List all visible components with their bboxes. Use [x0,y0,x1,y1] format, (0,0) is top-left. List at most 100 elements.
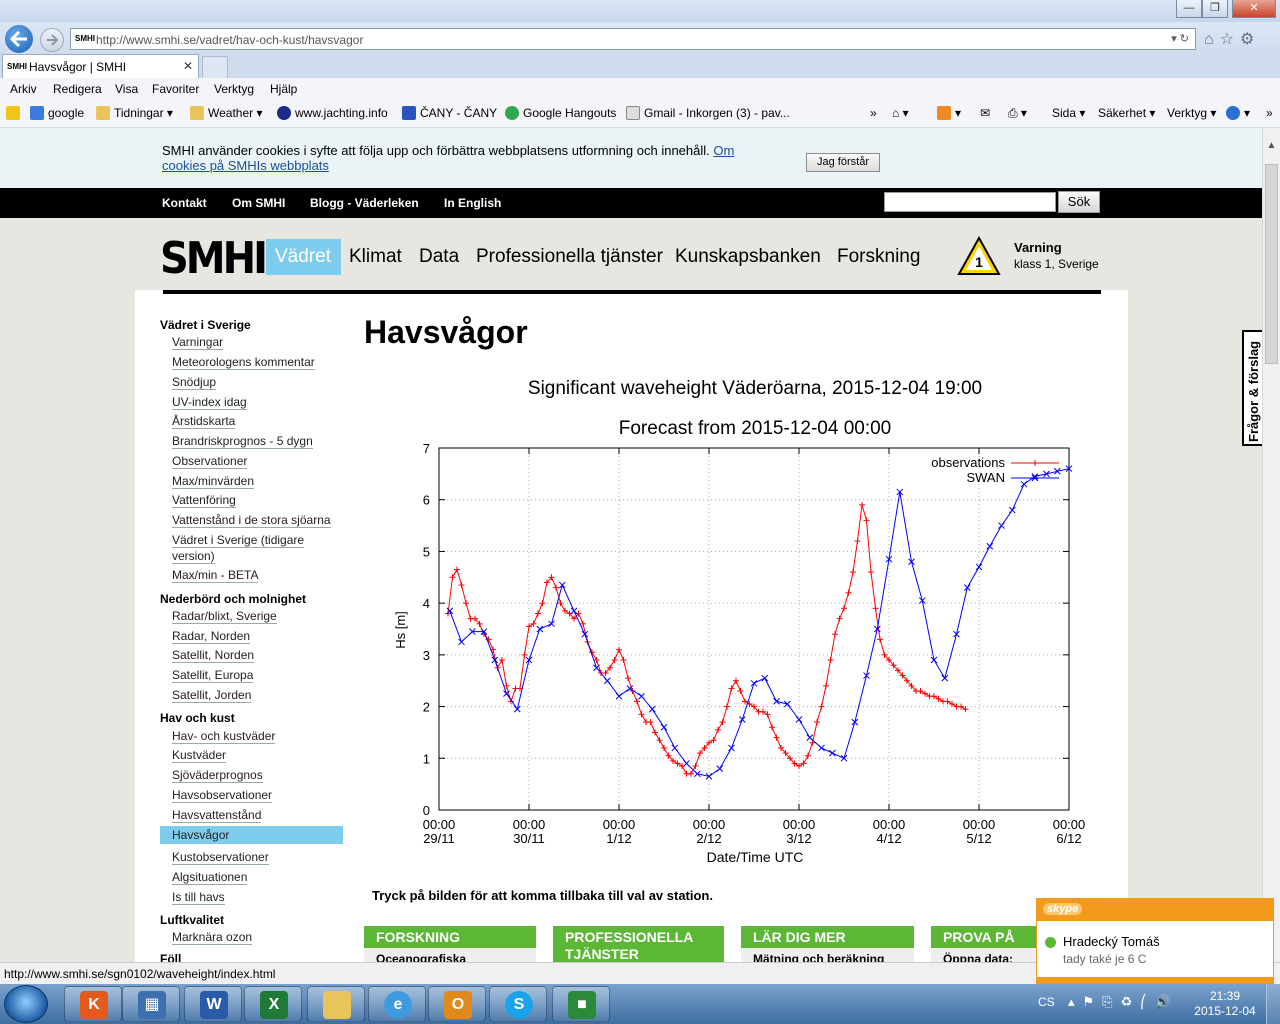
mainnav-data[interactable]: Data [419,246,459,268]
mainnav-forskning[interactable]: Forskning [837,246,920,268]
mainnav-professionella[interactable]: Professionella tjänster [476,246,663,268]
menu-visa[interactable]: Visa [115,82,138,96]
mainnav-kunskapsbanken[interactable]: Kunskapsbanken [675,246,821,268]
sidebar-item[interactable]: Satellit, Jorden [172,688,252,703]
sidebar-item[interactable]: Brandriskprognos - 5 dygn [172,434,313,449]
feeds-icon[interactable]: ▾ [937,106,961,120]
sidebar-item[interactable]: version) [172,549,215,564]
sidebar-item[interactable]: Marknära ozon [172,930,253,945]
warning-title[interactable]: Varning [1014,240,1062,255]
sidebar-item[interactable]: Havsvattenstånd [172,808,262,823]
promo-forskning[interactable]: FORSKNING Oceanografiska [364,926,536,962]
fav-tidningar[interactable]: Tidningar ▾ [96,106,173,120]
taskbar-app-outlook[interactable]: O [428,986,486,1022]
search-button[interactable]: Sök [1058,191,1100,213]
maximize-button[interactable]: ❐ [1202,0,1228,18]
vertical-scrollbar[interactable]: ▲ [1262,128,1280,962]
topnav-blogg[interactable]: Blogg - Väderleken [310,196,419,210]
forward-button[interactable] [40,28,64,52]
close-tab-icon[interactable]: ✕ [183,59,193,73]
more-tools-icon[interactable]: » [1266,106,1273,120]
fav-gmail[interactable]: Gmail - Inkorgen (3) - pav... [626,106,790,120]
help-icon[interactable]: ▾ [1226,106,1250,120]
sidebar-item[interactable]: Meteorologens kommentar [172,355,315,370]
sidebar-heading[interactable]: Luftkvalitet [160,913,224,927]
address-bar[interactable]: SMHI http://www.smhi.se/vadret/hav-och-k… [70,28,1196,50]
sidebar-item[interactable]: Vattenföring [172,493,236,508]
sidebar-item[interactable]: Satellit, Europa [172,668,254,683]
taskbar-app-paint[interactable]: ■ [552,986,610,1022]
cookie-accept-button[interactable]: Jag förstår [806,153,880,172]
menu-hjalp[interactable]: Hjälp [270,82,297,96]
sidebar-heading[interactable]: Nederbörd och molnighet [160,592,306,606]
warning-triangle-icon[interactable]: 1 [957,236,1001,276]
menu-verktyg[interactable]: Verktyg [214,82,254,96]
sidebar-item[interactable]: Is till havs [172,890,225,905]
url-text[interactable]: http://www.smhi.se/vadret/hav-och-kust/h… [96,33,363,47]
fav-google[interactable]: google [30,106,84,120]
taskbar-app-kt[interactable]: K [64,986,122,1022]
back-button[interactable] [3,23,35,55]
tool-verktyg[interactable]: Verktyg ▾ [1167,106,1216,120]
sidebar-item[interactable]: Snödjup [172,375,217,390]
show-desktop-button[interactable] [1266,984,1280,1024]
waveheight-chart[interactable]: Significant waveheight Väderöarna, 2015-… [355,360,1085,870]
fav-hangouts[interactable]: Google Hangouts [505,106,616,120]
tool-sida[interactable]: Sida ▾ [1052,106,1085,120]
scroll-thumb[interactable] [1265,164,1278,364]
taskbar-app-excel[interactable]: X [244,986,302,1022]
scroll-up-icon[interactable]: ▲ [1263,140,1280,157]
sidebar-item[interactable]: Observationer [172,454,248,469]
browser-toolbar-icons[interactable]: ⌂☆⚙ [1204,29,1260,49]
sidebar-heading[interactable]: Föll [160,952,181,962]
system-tray-icons[interactable]: ▴⚑⎘♻⎛🔊 [1068,994,1179,1010]
print-icon[interactable]: ⎙ ▾ [1008,106,1027,121]
sidebar-item[interactable]: Kustväder [172,748,227,763]
sidebar-item[interactable]: Max/min - BETA [172,568,259,583]
system-clock[interactable]: 21:39 2015-12-04 [1192,989,1258,1019]
taskbar-app-photos[interactable]: ▦ [122,986,180,1022]
new-tab-button[interactable] [202,56,228,78]
topnav-in-english[interactable]: In English [444,196,501,210]
menu-favoriter[interactable]: Favoriter [152,82,199,96]
taskbar-app-ie[interactable]: e [368,986,426,1022]
sidebar-item-active[interactable]: Havsvågor [172,828,229,842]
taskbar-app-word[interactable]: W [184,986,242,1022]
topnav-om-smhi[interactable]: Om SMHI [232,196,285,210]
sidebar-item[interactable]: Radar/blixt, Sverige [172,609,277,624]
sidebar-item[interactable]: Kustobservationer [172,850,269,865]
skype-notification[interactable]: skype Hradecký Tomáš tady také je 6 C [1036,898,1274,984]
search-input[interactable] [884,192,1056,212]
sidebar-item[interactable]: Satellit, Norden [172,648,255,663]
mail-icon[interactable]: ✉ [980,106,990,120]
fav-jachting[interactable]: www.jachting.info [277,106,388,120]
tool-sakerhet[interactable]: Säkerhet ▾ [1098,106,1155,120]
sidebar-item[interactable]: Radar, Norden [172,629,251,644]
sidebar-item[interactable]: Årstidskarta [172,414,236,429]
menu-redigera[interactable]: Redigera [53,82,102,96]
smhi-logo[interactable]: SMHI [160,234,268,284]
taskbar-app-explorer[interactable] [307,986,365,1022]
mainnav-klimat[interactable]: Klimat [349,246,402,268]
minimize-button[interactable]: — [1176,0,1202,18]
taskbar-app-skype[interactable]: S [489,986,547,1022]
sidebar-item[interactable]: Havsobservationer [172,788,273,803]
sidebar-item[interactable]: Vattenstånd i de stora sjöarna [172,513,331,528]
sidebar-item[interactable]: Vädret i Sverige (tidigare [172,533,305,548]
promo-professionella[interactable]: PROFESSIONELLA TJÄNSTER [553,926,724,962]
favorites-star-icon[interactable] [6,106,24,120]
fav-cany[interactable]: ČANY - ČANY [402,106,497,120]
home-icon[interactable]: ⌂ ▾ [892,106,909,120]
sidebar-heading[interactable]: Hav och kust [160,711,235,725]
sidebar-item[interactable]: Varningar [172,335,224,350]
sidebar-item[interactable]: Hav- och kustväder [172,729,276,744]
more-favorites-icon[interactable]: » [870,106,877,120]
tab-havsvagor[interactable]: SMHI Havsvågor | SMHI ✕ [2,54,199,78]
topnav-kontakt[interactable]: Kontakt [162,196,207,210]
fav-weather[interactable]: Weather ▾ [190,106,263,120]
feedback-tab[interactable]: Frågor & förslag [1242,330,1264,446]
sidebar-item[interactable]: Algsituationen [172,870,248,885]
promo-lar-dig-mer[interactable]: LÄR DIG MER Mätning och beräkning [741,926,914,962]
sidebar-item[interactable]: UV-index idag [172,395,247,410]
keyboard-language[interactable]: CS [1038,995,1055,1009]
